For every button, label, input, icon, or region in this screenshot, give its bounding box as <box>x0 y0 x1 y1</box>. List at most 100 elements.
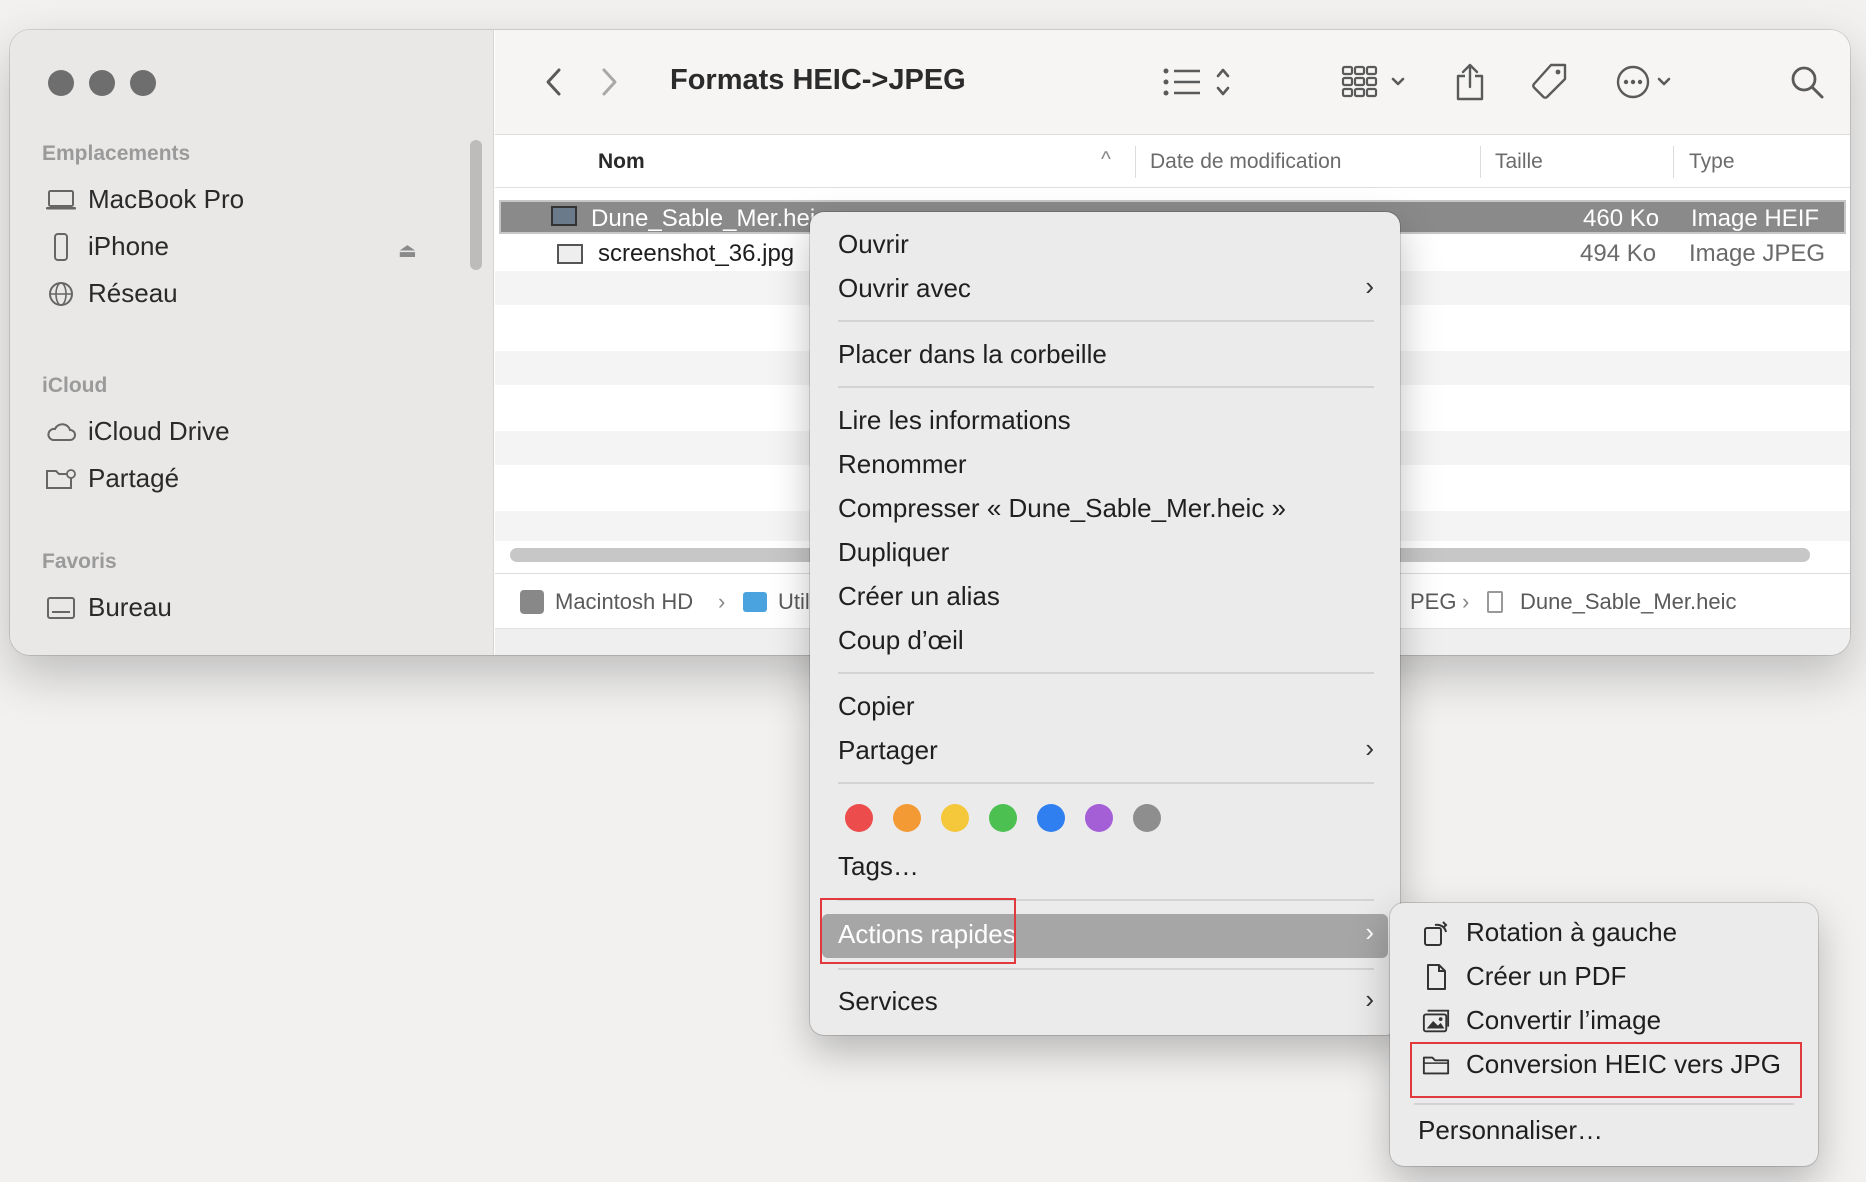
file-type: Image HEIF <box>1691 205 1820 232</box>
menu-separator <box>838 386 1374 388</box>
iphone-icon <box>44 232 78 262</box>
column-type[interactable]: Type <box>1689 150 1735 174</box>
chevron-left-icon <box>546 68 561 96</box>
photo-icon <box>1422 1007 1450 1035</box>
eject-icon[interactable]: ⏏ <box>398 238 417 263</box>
laptop-icon <box>44 185 78 215</box>
menu-separator <box>1414 1103 1794 1105</box>
submenu-item-label: Créer un PDF <box>1466 961 1627 991</box>
cloud-icon <box>44 417 78 447</box>
submenu-item-label: Convertir l’image <box>1466 1005 1662 1035</box>
file-name: screenshot_36.jpg <box>598 240 795 267</box>
sidebar-item-bureau[interactable]: Bureau <box>44 592 172 623</box>
menu-item-share[interactable]: Partager <box>838 735 938 766</box>
sidebar-header-locations: Emplacements <box>42 142 191 165</box>
path-separator-icon: › <box>718 589 726 614</box>
close-window-button[interactable] <box>48 70 74 96</box>
column-size[interactable]: Taille <box>1495 150 1543 174</box>
zoom-window-button[interactable] <box>130 70 156 96</box>
submenu-item-label: Personnaliser… <box>1418 1115 1603 1145</box>
tag-icon <box>1532 63 1567 99</box>
menu-item-tags[interactable]: Tags… <box>838 851 919 882</box>
sidebar: Emplacements MacBook Pro iPhone ⏏ Réseau… <box>10 30 494 655</box>
chevron-right-icon: › <box>1365 271 1374 301</box>
forward-button[interactable] <box>590 60 630 104</box>
menu-separator <box>838 320 1374 322</box>
annotation-highlight-box <box>820 898 1016 964</box>
sidebar-item-macbook-pro[interactable]: MacBook Pro <box>44 184 244 215</box>
sidebar-item-label: Réseau <box>88 278 178 308</box>
path-item[interactable]: PEG <box>1410 589 1456 615</box>
submenu-item-convert-image[interactable]: Convertir l’image <box>1422 1005 1661 1036</box>
file-type: Image JPEG <box>1689 240 1826 267</box>
column-date[interactable]: Date de modification <box>1150 150 1341 174</box>
sidebar-header-favorites: Favoris <box>42 550 117 573</box>
file-name: Dune_Sable_Mer.hei <box>591 205 816 232</box>
menu-item-make-alias[interactable]: Créer un alias <box>838 581 1000 612</box>
window-title: Formats HEIC->JPEG <box>670 64 966 96</box>
tag-red[interactable] <box>845 804 873 832</box>
sidebar-scrollbar[interactable] <box>470 140 482 270</box>
tag-green[interactable] <box>989 804 1017 832</box>
window-controls <box>48 70 156 96</box>
file-size: 494 Ko <box>1580 240 1657 267</box>
quick-actions-submenu: Rotation à gauche Créer un PDF Convertir… <box>1390 903 1818 1166</box>
chevron-right-icon <box>602 68 617 96</box>
shared-folder-icon <box>44 464 78 494</box>
tag-gray[interactable] <box>1133 804 1161 832</box>
chevron-right-icon: › <box>1365 733 1374 763</box>
sidebar-item-partage[interactable]: Partagé <box>44 463 179 494</box>
desktop-icon <box>44 593 78 623</box>
submenu-item-label: Rotation à gauche <box>1466 917 1678 947</box>
menu-item-rename[interactable]: Renommer <box>838 449 967 480</box>
sidebar-item-iphone[interactable]: iPhone <box>44 231 169 262</box>
folder-icon <box>743 592 767 612</box>
list-view-button[interactable] <box>1160 60 1240 104</box>
menu-item-compress[interactable]: Compresser « Dune_Sable_Mer.heic » <box>838 493 1286 524</box>
back-button[interactable] <box>533 60 573 104</box>
sidebar-item-label: Partagé <box>88 463 180 493</box>
menu-item-duplicate[interactable]: Dupliquer <box>838 537 949 568</box>
menu-separator <box>838 782 1374 784</box>
menu-item-open-with[interactable]: Ouvrir avec <box>838 273 971 304</box>
submenu-item-customize[interactable]: Personnaliser… <box>1418 1115 1603 1146</box>
menu-item-open[interactable]: Ouvrir <box>838 229 909 260</box>
sidebar-item-label: Bureau <box>88 592 172 622</box>
menu-item-trash[interactable]: Placer dans la corbeille <box>838 339 1107 370</box>
tag-blue[interactable] <box>1037 804 1065 832</box>
group-button[interactable] <box>1340 60 1412 104</box>
rotate-left-icon <box>1422 919 1450 947</box>
tag-button[interactable] <box>1527 60 1571 104</box>
sidebar-item-reseau[interactable]: Réseau <box>44 278 178 309</box>
ellipsis-circle-icon <box>1616 65 1671 99</box>
share-icon <box>1456 63 1484 101</box>
context-menu: Ouvrir Ouvrir avec › Placer dans la corb… <box>810 212 1400 1035</box>
sidebar-item-label: MacBook Pro <box>88 184 245 214</box>
annotation-highlight-box <box>1410 1042 1802 1098</box>
column-name[interactable]: Nom <box>598 150 645 174</box>
search-button[interactable] <box>1785 60 1829 104</box>
minimize-window-button[interactable] <box>89 70 115 96</box>
path-item[interactable]: Dune_Sable_Mer.heic <box>1520 589 1736 615</box>
menu-separator <box>838 672 1374 674</box>
menu-item-get-info[interactable]: Lire les informations <box>838 405 1071 436</box>
submenu-item-create-pdf[interactable]: Créer un PDF <box>1422 961 1626 992</box>
image-file-icon <box>557 244 583 264</box>
tag-yellow[interactable] <box>941 804 969 832</box>
tag-orange[interactable] <box>893 804 921 832</box>
column-header: Nom ^ Date de modification Taille Type <box>495 136 1850 188</box>
file-size: 460 Ko <box>1583 205 1660 232</box>
sidebar-header-icloud: iCloud <box>42 374 108 397</box>
chevron-right-icon: › <box>1365 917 1374 947</box>
sidebar-item-icloud-drive[interactable]: iCloud Drive <box>44 416 230 447</box>
menu-item-copy[interactable]: Copier <box>838 691 915 722</box>
more-actions-button[interactable] <box>1613 60 1683 104</box>
menu-item-services[interactable]: Services <box>838 986 938 1017</box>
menu-item-quick-look[interactable]: Coup d’œil <box>838 625 964 656</box>
submenu-item-rotate-left[interactable]: Rotation à gauche <box>1422 917 1677 948</box>
sidebar-item-label: iPhone <box>88 231 169 261</box>
path-item[interactable]: Macintosh HD <box>555 589 693 615</box>
tag-purple[interactable] <box>1085 804 1113 832</box>
sort-ascending-icon[interactable]: ^ <box>1101 148 1111 172</box>
share-button[interactable] <box>1450 60 1490 104</box>
